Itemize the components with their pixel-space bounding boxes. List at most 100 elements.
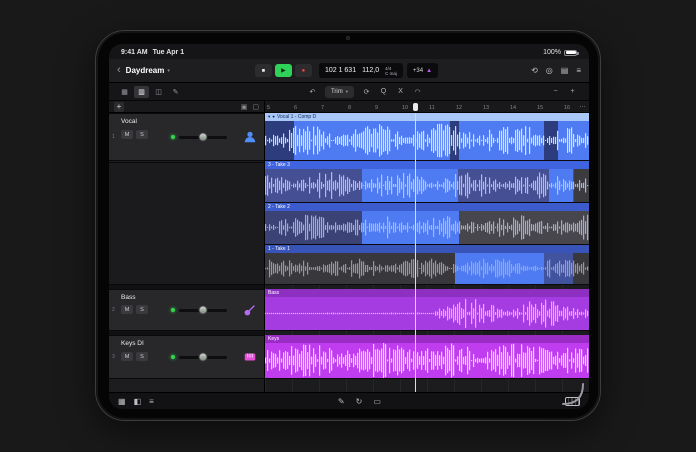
track-number: 3 bbox=[112, 354, 115, 360]
list-editor-icon[interactable]: ≡ bbox=[149, 397, 154, 406]
solo-button[interactable]: S bbox=[136, 130, 148, 139]
keys-region[interactable] bbox=[265, 343, 589, 379]
track-header-keys[interactable]: 3 Keys DI M S bbox=[109, 335, 264, 379]
volume-knob[interactable] bbox=[198, 132, 208, 142]
record-icon: ● bbox=[301, 67, 306, 74]
take-region[interactable] bbox=[265, 211, 589, 245]
marquee-tool-icon[interactable]: ▭ bbox=[373, 397, 381, 406]
bass-waveform bbox=[265, 297, 589, 330]
take-lane-header[interactable]: 2 - Take 2 bbox=[265, 203, 589, 211]
volume-knob[interactable] bbox=[198, 352, 208, 362]
split-view-icon[interactable]: ◧ bbox=[134, 397, 142, 406]
loop-tool-icon[interactable]: ⟳ bbox=[360, 88, 373, 96]
take-lane-header[interactable]: 1 - Take 1 bbox=[265, 245, 589, 253]
menu-icon[interactable]: ≡ bbox=[576, 66, 581, 75]
take-segment[interactable] bbox=[362, 169, 458, 202]
comp-segment[interactable] bbox=[459, 121, 544, 160]
bar-ruler[interactable]: 5 6 7 8 9 10 11 12 13 14 15 16 bbox=[265, 101, 589, 113]
take-segment[interactable] bbox=[548, 169, 573, 202]
quantize-tool-icon[interactable]: Q bbox=[377, 88, 390, 95]
bass-region-header[interactable]: Bass bbox=[265, 289, 589, 297]
track-number: 2 bbox=[112, 307, 115, 313]
keys-region-label: Keys bbox=[268, 336, 280, 342]
browser-icon[interactable]: ▦ bbox=[118, 397, 126, 406]
key-signature: C maj bbox=[385, 70, 397, 76]
playhead-handle[interactable] bbox=[413, 103, 418, 111]
playhead-line[interactable] bbox=[415, 113, 416, 392]
track-name[interactable]: Keys DI bbox=[121, 340, 144, 347]
comp-segment[interactable] bbox=[558, 121, 589, 160]
tuner-icon[interactable]: ◎ bbox=[546, 66, 553, 75]
zoom-in-icon[interactable]: + bbox=[566, 88, 579, 95]
battery-percent: 100% bbox=[543, 49, 561, 56]
track-name[interactable]: Bass bbox=[121, 294, 135, 301]
mute-button[interactable]: M bbox=[121, 130, 133, 139]
crossfade-tool-icon[interactable]: X bbox=[394, 88, 407, 95]
take-segment[interactable] bbox=[362, 211, 460, 244]
bar-tick: 12 bbox=[456, 105, 463, 111]
bar-tick: 9 bbox=[375, 105, 379, 111]
arrange-area[interactable]: 5 6 7 8 9 10 11 12 13 14 15 16 … ▾ ● Voc… bbox=[265, 101, 589, 392]
zoom-out-icon[interactable]: − bbox=[549, 88, 562, 95]
lcd-display[interactable]: 102 1 631 112,0 4/4 C maj bbox=[318, 63, 403, 78]
track-header-bass[interactable]: 2 Bass M S bbox=[109, 289, 264, 331]
solo-button[interactable]: S bbox=[136, 305, 148, 314]
vocal-track-icon bbox=[243, 130, 257, 144]
comp-disclosure-icon[interactable]: ▾ bbox=[268, 113, 270, 121]
volume-knob[interactable] bbox=[198, 305, 208, 315]
play-button[interactable]: ▶ bbox=[274, 64, 292, 77]
take-segment[interactable] bbox=[574, 169, 589, 202]
comp-region[interactable] bbox=[265, 121, 589, 161]
clock: 9:41 AM bbox=[121, 49, 148, 56]
add-track-button[interactable]: + bbox=[114, 101, 124, 112]
bar-tick: 15 bbox=[537, 105, 544, 111]
bar-tick: 14 bbox=[510, 105, 517, 111]
transport-controls: ■ ▶ ● bbox=[254, 64, 312, 77]
count-value: +34 bbox=[412, 67, 424, 74]
volume-slider[interactable] bbox=[179, 305, 227, 315]
view-automation-icon[interactable]: ✎ bbox=[168, 86, 183, 98]
keys-region-header[interactable]: Keys bbox=[265, 335, 589, 343]
pencil-tool-icon[interactable]: ✎ bbox=[338, 397, 345, 406]
view-tracks-icon[interactable]: ▥ bbox=[134, 85, 149, 98]
volume-slider[interactable] bbox=[179, 352, 227, 362]
volume-slider[interactable] bbox=[179, 132, 227, 142]
bass-region[interactable] bbox=[265, 297, 589, 331]
trim-tool-dropdown[interactable]: Trim ▾ bbox=[324, 85, 355, 98]
project-menu-chevron-icon[interactable]: ▾ bbox=[167, 68, 170, 74]
track-options-icon[interactable]: ▢ bbox=[252, 103, 259, 111]
stop-icon: ■ bbox=[261, 67, 266, 74]
take-segment[interactable] bbox=[459, 211, 589, 244]
track-sort-icon[interactable]: ▣ bbox=[241, 103, 248, 111]
take-region[interactable] bbox=[265, 169, 589, 203]
take-region[interactable] bbox=[265, 253, 589, 285]
metronome-icon[interactable]: ▲ bbox=[426, 68, 432, 74]
undo-icon[interactable]: ↶ bbox=[306, 88, 319, 96]
ruler-more-icon[interactable]: … bbox=[579, 102, 586, 109]
track-name[interactable]: Vocal bbox=[121, 118, 137, 125]
take-segment[interactable] bbox=[454, 253, 544, 284]
battery-icon bbox=[564, 49, 579, 56]
solo-button[interactable]: S bbox=[136, 352, 148, 361]
view-grid-icon[interactable]: ▦ bbox=[117, 86, 132, 98]
input-level-led bbox=[171, 135, 175, 139]
count-display[interactable]: +34 ▲ bbox=[406, 63, 439, 78]
take-lane-header[interactable]: 3 - Take 3 bbox=[265, 161, 589, 169]
comp-region-header[interactable]: ▾ ● Vocal 1 - Comp D bbox=[265, 113, 589, 121]
cycle-tool-icon[interactable]: ↻ bbox=[356, 397, 363, 406]
back-chevron-icon[interactable]: ‹ bbox=[117, 65, 121, 76]
take-segment[interactable] bbox=[543, 253, 573, 284]
view-loops-icon[interactable]: ◫ bbox=[151, 86, 166, 98]
mixer-icon[interactable]: ▤ bbox=[561, 66, 569, 75]
mute-button[interactable]: M bbox=[121, 352, 133, 361]
glue-tool-icon[interactable]: ◠ bbox=[411, 88, 424, 96]
track-header-vocal[interactable]: 1 Vocal M S bbox=[109, 113, 264, 161]
stop-button[interactable]: ■ bbox=[254, 64, 272, 77]
keys-track-icon bbox=[243, 350, 257, 364]
mute-button[interactable]: M bbox=[121, 305, 133, 314]
comp-segment[interactable] bbox=[294, 121, 450, 160]
onscreen-keyboard-icon[interactable] bbox=[564, 396, 580, 406]
track-number: 1 bbox=[112, 134, 115, 140]
record-button[interactable]: ● bbox=[294, 64, 312, 77]
cycle-icon[interactable]: ⟲ bbox=[531, 66, 538, 75]
